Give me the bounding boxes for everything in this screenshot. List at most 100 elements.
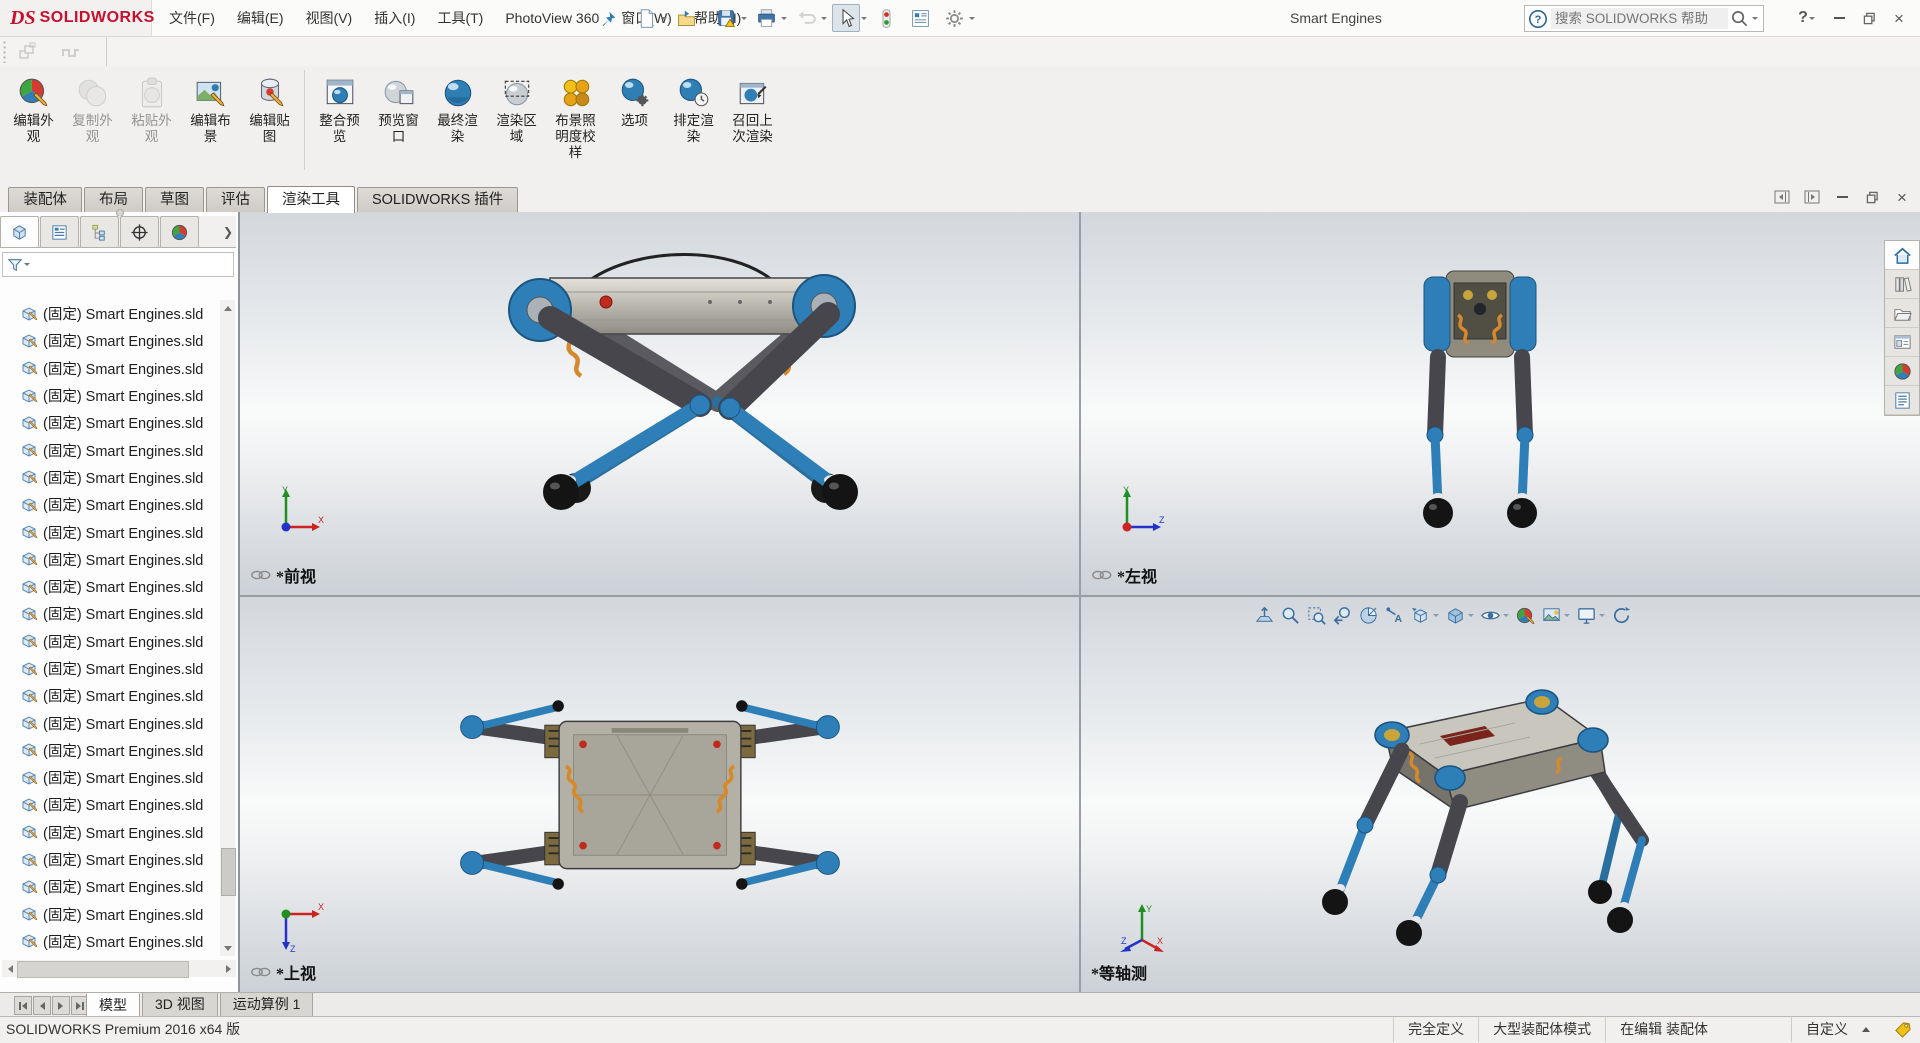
menu-view[interactable]: 视图(V): [295, 0, 364, 36]
tab-motion-study-1[interactable]: 运动算例 1: [220, 993, 314, 1017]
next-pane-button[interactable]: [1802, 188, 1822, 206]
tree-item[interactable]: (固定) Smart Engines.sld: [2, 382, 220, 409]
tree-item[interactable]: (固定) Smart Engines.sld: [2, 682, 220, 709]
menu-file[interactable]: 文件(F): [158, 0, 226, 36]
scroll-left-button[interactable]: [2, 961, 17, 976]
save-button[interactable]: [712, 4, 740, 32]
tree-item[interactable]: (固定) Smart Engines.sld: [2, 355, 220, 382]
recall-last-render-button[interactable]: 召回上次渲染: [723, 66, 782, 146]
apply-scene-dropdown-arrow[interactable]: [1564, 614, 1570, 620]
tree-item[interactable]: (固定) Smart Engines.sld: [2, 491, 220, 518]
hide-show-items-button[interactable]: [1477, 603, 1503, 627]
tree-item[interactable]: (固定) Smart Engines.sld: [2, 873, 220, 900]
scroll-right-button[interactable]: [221, 961, 236, 976]
tree-item[interactable]: (固定) Smart Engines.sld: [2, 600, 220, 627]
tab-render-tools[interactable]: 渲染工具: [267, 186, 355, 213]
apply-scene-button[interactable]: [1538, 603, 1564, 627]
tree-item[interactable]: (固定) Smart Engines.sld: [2, 764, 220, 791]
viewport-vertical-splitter[interactable]: [1079, 212, 1081, 992]
previous-pane-button[interactable]: [1772, 188, 1792, 206]
rebuild-traffic-light-button[interactable]: [872, 4, 900, 32]
tree-filter[interactable]: [2, 252, 234, 277]
scroll-up-button[interactable]: [220, 300, 235, 315]
tab-layout[interactable]: 布局: [84, 187, 143, 212]
tree-item[interactable]: (固定) Smart Engines.sld: [2, 436, 220, 463]
task-pane-custom-properties[interactable]: [1885, 386, 1919, 415]
restore-button[interactable]: [1854, 5, 1884, 31]
tree-vertical-scrollbar[interactable]: [220, 300, 235, 956]
tree-item[interactable]: (固定) Smart Engines.sld: [2, 573, 220, 600]
panel-tab-feature-manager-tree[interactable]: [0, 216, 39, 247]
viewport-horizontal-splitter[interactable]: [240, 595, 1920, 597]
schedule-render-button[interactable]: 排定渲染: [664, 66, 723, 146]
menu-edit[interactable]: 编辑(E): [226, 0, 295, 36]
panel-tab-property-manager[interactable]: [40, 216, 79, 247]
annotation-view-button[interactable]: A: [1381, 603, 1407, 627]
design-binder-button[interactable]: [906, 4, 934, 32]
tab-solidworks-addins[interactable]: SOLIDWORKS 插件: [357, 187, 518, 212]
tree-item[interactable]: (固定) Smart Engines.sld: [2, 737, 220, 764]
tab-assembly[interactable]: 装配体: [8, 187, 82, 212]
panel-tabs-overflow-button[interactable]: ❯: [220, 216, 236, 247]
tab-3d-views[interactable]: 3D 视图: [142, 993, 218, 1017]
tree-item[interactable]: (固定) Smart Engines.sld: [2, 928, 220, 955]
print-button[interactable]: [752, 4, 780, 32]
first-tab-button[interactable]: [14, 996, 32, 1015]
filter-dropdown-arrow[interactable]: [24, 263, 30, 269]
undo-dropdown-arrow[interactable]: [821, 17, 827, 23]
options-dropdown-arrow[interactable]: [969, 17, 975, 23]
select-dropdown-arrow[interactable]: [861, 17, 867, 23]
minimize-button[interactable]: [1824, 5, 1854, 31]
panel-tab-display-manager[interactable]: [160, 216, 199, 247]
search-icon[interactable]: [1730, 9, 1749, 28]
menu-photoview-360[interactable]: PhotoView 360: [494, 0, 610, 36]
help-button[interactable]: ?: [1794, 5, 1824, 31]
task-pane-file-explorer[interactable]: [1885, 299, 1919, 328]
display-style-button[interactable]: [1442, 603, 1468, 627]
tree-item[interactable]: (固定) Smart Engines.sld: [2, 409, 220, 436]
view-settings-button[interactable]: [1573, 603, 1599, 627]
edit-appearance-hud-button[interactable]: [1512, 603, 1538, 627]
view-settings-dropdown-arrow[interactable]: [1599, 614, 1605, 620]
previous-tab-button[interactable]: [33, 996, 51, 1015]
viewport-isometric[interactable]: A: [1081, 597, 1920, 992]
tree-item[interactable]: (固定) Smart Engines.sld: [2, 300, 220, 327]
tree-horizontal-scrollbar[interactable]: [2, 960, 236, 977]
display-style-dropdown-arrow[interactable]: [1468, 614, 1474, 620]
edit-appearance-button[interactable]: 编辑外观: [4, 66, 63, 146]
new-document-dropdown-arrow[interactable]: [661, 17, 667, 23]
viewport-left[interactable]: Y Z *左视: [1081, 212, 1920, 595]
zoom-to-fit-button[interactable]: [1251, 603, 1277, 627]
render-region-button[interactable]: 渲染区域: [487, 66, 546, 146]
help-search-box[interactable]: ?: [1524, 5, 1764, 32]
select-button[interactable]: [832, 4, 860, 32]
task-pane-home[interactable]: [1885, 241, 1919, 270]
new-document-button[interactable]: [632, 4, 660, 32]
task-pane-appearances-scenes[interactable]: [1885, 357, 1919, 386]
tree-item[interactable]: (固定) Smart Engines.sld: [2, 327, 220, 354]
step-tool-button[interactable]: [56, 40, 86, 63]
next-tab-button[interactable]: [52, 996, 70, 1015]
tree-item[interactable]: (固定) Smart Engines.sld: [2, 791, 220, 818]
panel-tab-dimxpert-manager[interactable]: [120, 216, 159, 247]
save-dropdown-arrow[interactable]: [741, 17, 747, 23]
viewport-front[interactable]: Y X *前视: [240, 212, 1079, 595]
tree-item[interactable]: (固定) Smart Engines.sld: [2, 464, 220, 491]
task-pane-design-library[interactable]: [1885, 270, 1919, 299]
search-dropdown-arrow[interactable]: [1752, 17, 1758, 23]
tree-item[interactable]: (固定) Smart Engines.sld: [2, 709, 220, 736]
menu-tools[interactable]: 工具(T): [426, 0, 494, 36]
panel-tab-configuration-manager[interactable]: [80, 216, 119, 247]
options-button[interactable]: [940, 4, 968, 32]
horizontal-scroll-thumb[interactable]: [17, 961, 189, 978]
assembly-visualization-button[interactable]: [14, 40, 44, 63]
edit-decal-button[interactable]: 编辑贴图: [240, 66, 299, 146]
tree-item[interactable]: (固定) Smart Engines.sld: [2, 901, 220, 928]
open-button[interactable]: [672, 4, 700, 32]
graphics-area[interactable]: Y X *前视: [240, 212, 1920, 992]
vertical-scroll-thumb[interactable]: [221, 848, 236, 896]
magnified-selection-button[interactable]: [1303, 603, 1329, 627]
tree-item[interactable]: (固定) Smart Engines.sld: [2, 846, 220, 873]
task-pane-view-palette[interactable]: [1885, 328, 1919, 357]
zoom-to-area-button[interactable]: [1277, 603, 1303, 627]
